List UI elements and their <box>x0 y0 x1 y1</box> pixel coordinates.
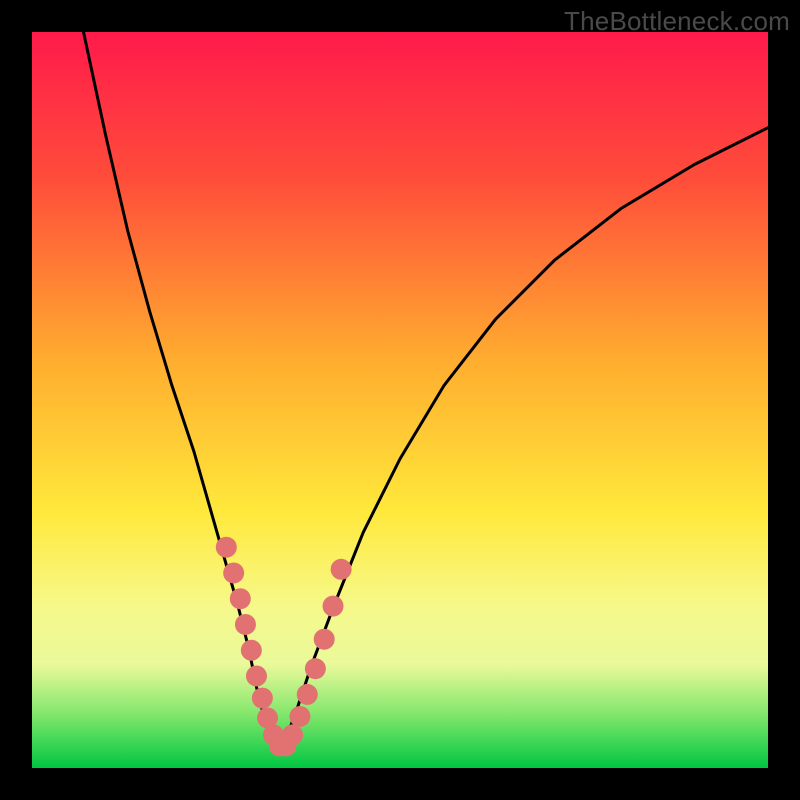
scatter-dot <box>314 629 335 650</box>
watermark-text: TheBottleneck.com <box>564 6 790 37</box>
chart-svg <box>32 32 768 768</box>
scatter-dot <box>331 559 352 580</box>
scatter-dot <box>216 537 237 558</box>
plot-area <box>32 32 768 768</box>
scatter-dot <box>235 614 256 635</box>
scatter-dot <box>297 684 318 705</box>
scatter-dot <box>305 658 326 679</box>
scatter-dot <box>230 588 251 609</box>
scatter-dot <box>282 724 303 745</box>
scatter-dot <box>223 562 244 583</box>
scatter-dot <box>241 640 262 661</box>
gradient-background <box>32 32 768 768</box>
scatter-dot <box>323 596 344 617</box>
outer-frame: TheBottleneck.com <box>0 0 800 800</box>
scatter-dot <box>289 706 310 727</box>
scatter-dot <box>246 666 267 687</box>
scatter-dot <box>252 688 273 709</box>
